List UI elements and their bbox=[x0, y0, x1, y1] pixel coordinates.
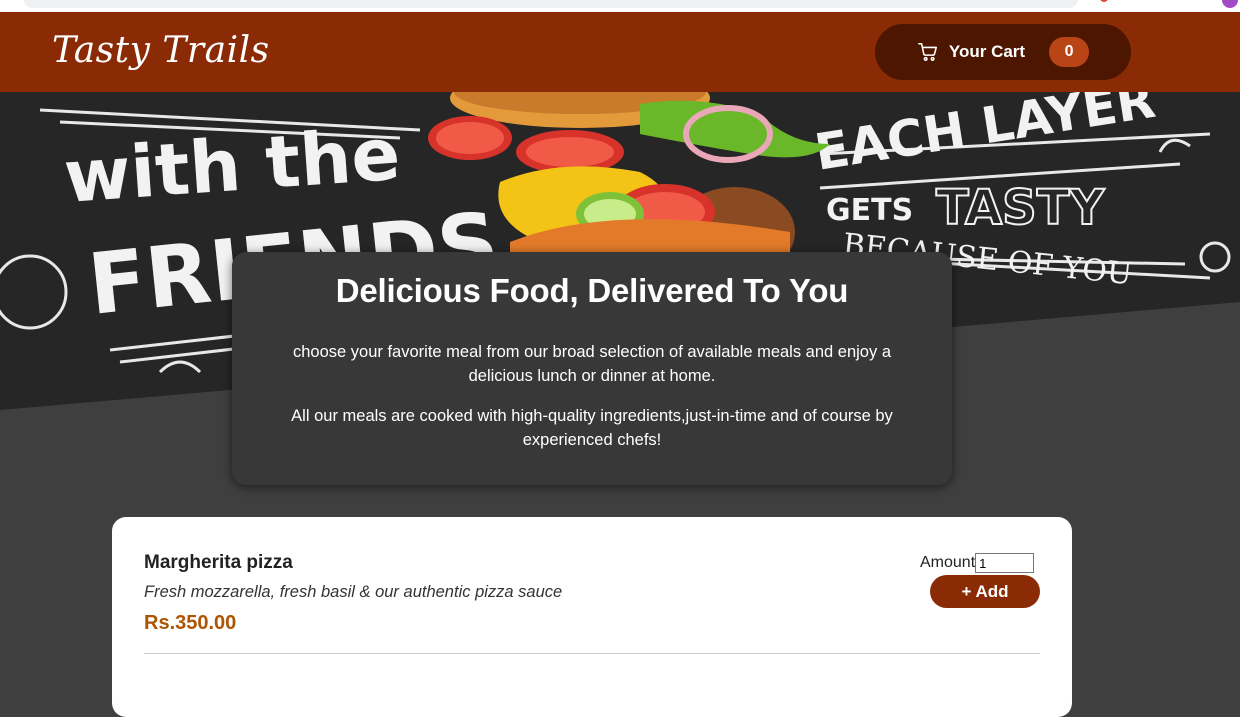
add-to-cart-button[interactable]: + Add bbox=[930, 575, 1040, 608]
cart-button[interactable]: Your Cart 0 bbox=[875, 24, 1131, 80]
site-logo: Tasty Trails bbox=[52, 30, 270, 71]
app-header: Tasty Trails Your Cart 0 bbox=[0, 12, 1240, 92]
meal-name: Margherita pizza bbox=[144, 552, 293, 573]
cart-count-badge: 0 bbox=[1049, 37, 1090, 67]
meal-description: Fresh mozzarella, fresh basil & our auth… bbox=[144, 583, 563, 601]
amount-input[interactable] bbox=[975, 553, 1035, 573]
amount-row: Amount bbox=[920, 553, 1035, 573]
banner-text-tasty: TASTY bbox=[936, 180, 1105, 236]
cart-label: Your Cart bbox=[948, 42, 1026, 61]
summary-paragraph-1: choose your favorite meal from our broad… bbox=[293, 343, 891, 385]
cart-icon bbox=[917, 42, 937, 61]
meal-price: Rs.350.00 bbox=[144, 612, 237, 634]
amount-label: Amount bbox=[920, 554, 976, 571]
address-bar[interactable] bbox=[24, 0, 1078, 8]
profile-avatar[interactable] bbox=[1222, 0, 1238, 8]
meal-divider bbox=[144, 653, 1040, 654]
summary-card: Delicious Food, Delivered To You choose … bbox=[232, 252, 952, 485]
browser-strip bbox=[0, 0, 1240, 12]
extension-icon[interactable] bbox=[1100, 0, 1108, 2]
summary-paragraph-2: All our meals are cooked with high-quali… bbox=[291, 407, 893, 449]
summary-title: Delicious Food, Delivered To You bbox=[335, 272, 849, 309]
banner-text-gets: GETS bbox=[826, 193, 913, 228]
meals-card: Margherita pizza Fresh mozzarella, fresh… bbox=[112, 517, 1072, 717]
